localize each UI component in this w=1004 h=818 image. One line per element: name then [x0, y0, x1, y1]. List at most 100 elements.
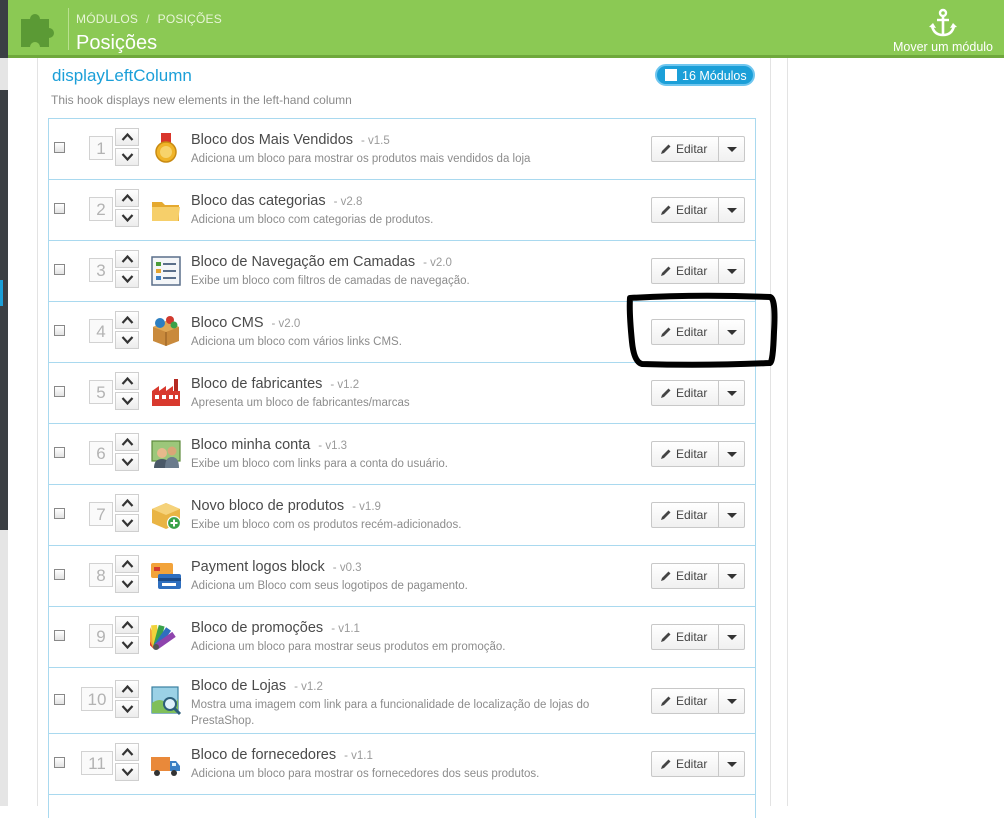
row-checkbox[interactable]	[54, 569, 65, 580]
move-up-button[interactable]	[115, 616, 139, 634]
edit-button[interactable]: Editar	[652, 752, 718, 776]
module-version: - v1.3	[318, 440, 348, 452]
module-name[interactable]: Novo bloco de produtos - v1.9	[191, 498, 381, 514]
row-checkbox[interactable]	[54, 508, 65, 519]
move-down-button[interactable]	[115, 763, 139, 781]
edit-button[interactable]: Editar	[652, 137, 718, 161]
factory-icon	[152, 379, 180, 406]
module-name[interactable]: Bloco minha conta - v1.3	[191, 437, 347, 453]
move-up-button[interactable]	[115, 680, 139, 698]
edit-button[interactable]: Editar	[652, 625, 718, 649]
chevron-down-icon	[121, 705, 134, 714]
module-version: - v2.8	[333, 196, 363, 208]
edit-dropdown-toggle[interactable]	[719, 689, 745, 713]
move-down-button[interactable]	[115, 575, 139, 593]
position-number: 1	[89, 136, 113, 160]
module-name[interactable]: Bloco de fabricantes - v1.2	[191, 376, 359, 392]
module-name[interactable]: Bloco de Lojas - v1.2	[191, 678, 323, 694]
module-name[interactable]: Bloco de promoções - v1.1	[191, 620, 360, 636]
position-arrows	[115, 555, 141, 595]
select-all-checkbox[interactable]	[665, 69, 677, 81]
move-down-button[interactable]	[115, 514, 139, 532]
position-number: 5	[89, 380, 113, 404]
edit-dropdown-toggle[interactable]	[719, 503, 745, 527]
module-description: Adiciona um bloco para mostrar os fornec…	[191, 768, 540, 780]
position-arrows	[115, 743, 141, 783]
edit-button[interactable]: Editar	[652, 381, 718, 405]
edit-dropdown-toggle[interactable]	[719, 259, 745, 283]
module-name[interactable]: Bloco de fornecedores - v1.1	[191, 747, 373, 763]
edit-dropdown-toggle[interactable]	[719, 137, 745, 161]
move-up-button[interactable]	[115, 250, 139, 268]
edit-button[interactable]: Editar	[652, 564, 718, 588]
filter-list-icon	[151, 256, 181, 286]
breadcrumb-item-positions[interactable]: POSIÇÕES	[158, 12, 222, 26]
module-version: - v1.5	[361, 135, 390, 147]
move-down-button[interactable]	[115, 209, 139, 227]
edit-dropdown-toggle[interactable]	[719, 198, 745, 222]
move-up-button[interactable]	[115, 433, 139, 451]
move-up-button[interactable]	[115, 311, 139, 329]
edit-button-group: Editar	[651, 688, 745, 714]
move-up-button[interactable]	[115, 189, 139, 207]
move-down-button[interactable]	[115, 636, 139, 654]
edit-button[interactable]: Editar	[652, 198, 718, 222]
edit-dropdown-toggle[interactable]	[719, 381, 745, 405]
edit-button-group: Editar	[651, 563, 745, 589]
edit-button[interactable]: Editar	[652, 259, 718, 283]
position-arrows	[115, 616, 141, 656]
position-number: 2	[89, 197, 113, 221]
edit-dropdown-toggle[interactable]	[719, 625, 745, 649]
move-down-button[interactable]	[115, 331, 139, 349]
edit-dropdown-toggle[interactable]	[719, 752, 745, 776]
color-swatch-icon	[150, 624, 176, 650]
chevron-down-icon	[121, 458, 134, 467]
chevron-up-icon	[121, 437, 134, 446]
module-name[interactable]: Bloco dos Mais Vendidos - v1.5	[191, 132, 390, 148]
module-description: Exibe um bloco com filtros de camadas de…	[191, 275, 470, 287]
module-name[interactable]: Bloco de Navegação em Camadas - v2.0	[191, 254, 452, 270]
move-down-button[interactable]	[115, 392, 139, 410]
row-checkbox[interactable]	[54, 757, 65, 768]
row-checkbox[interactable]	[54, 264, 65, 275]
edit-button[interactable]: Editar	[652, 689, 718, 713]
move-up-button[interactable]	[115, 743, 139, 761]
row-checkbox[interactable]	[54, 447, 65, 458]
chevron-up-icon	[121, 376, 134, 385]
module-version: - v1.1	[331, 623, 360, 635]
edit-dropdown-toggle[interactable]	[719, 442, 745, 466]
chevron-up-icon	[121, 747, 134, 756]
row-checkbox[interactable]	[54, 325, 65, 336]
row-checkbox[interactable]	[54, 694, 65, 705]
modules-count-badge[interactable]: 16 Módulos	[655, 64, 755, 86]
move-down-button[interactable]	[115, 453, 139, 471]
module-description: Exibe um bloco com os produtos recém-adi…	[191, 519, 462, 531]
breadcrumb-item-modules[interactable]: MÓDULOS	[76, 12, 138, 26]
list-item: 9 Bloco de promoções - v1.1 Adiciona um b…	[49, 607, 755, 668]
module-name[interactable]: Bloco das categorias - v2.8	[191, 193, 362, 209]
module-description: Apresenta um bloco de fabricantes/marcas	[191, 397, 410, 409]
move-up-button[interactable]	[115, 372, 139, 390]
row-checkbox[interactable]	[54, 203, 65, 214]
row-checkbox[interactable]	[54, 630, 65, 641]
row-checkbox[interactable]	[54, 142, 65, 153]
move-module-button[interactable]: Mover um módulo	[888, 0, 998, 56]
position-arrows	[115, 311, 141, 351]
caret-down-icon	[727, 147, 737, 152]
move-up-button[interactable]	[115, 555, 139, 573]
move-up-button[interactable]	[115, 494, 139, 512]
move-up-button[interactable]	[115, 128, 139, 146]
move-down-button[interactable]	[115, 270, 139, 288]
edit-button[interactable]: Editar	[652, 442, 718, 466]
edit-dropdown-toggle[interactable]	[719, 564, 745, 588]
move-down-button[interactable]	[115, 700, 139, 718]
credit-card-icon	[151, 563, 181, 589]
module-description: Adiciona um Bloco com seus logotipos de …	[191, 580, 468, 592]
move-down-button[interactable]	[115, 148, 139, 166]
edit-button[interactable]: Editar	[652, 503, 718, 527]
chevron-down-icon	[121, 397, 134, 406]
row-checkbox[interactable]	[54, 386, 65, 397]
module-name[interactable]: Bloco CMS - v2.0	[191, 315, 300, 331]
module-name[interactable]: Payment logos block - v0.3	[191, 559, 362, 575]
list-item: 10 Bloco de Lojas - v1.2 Mostra uma image…	[49, 668, 755, 734]
